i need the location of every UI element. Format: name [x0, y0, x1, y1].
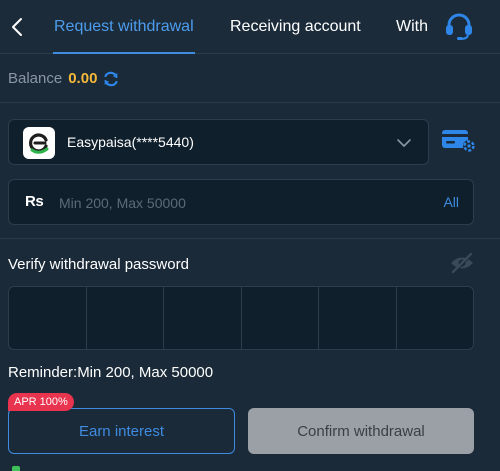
top-header: Request withdrawal Receiving account Wit…: [0, 0, 500, 54]
tab-request-withdrawal[interactable]: Request withdrawal: [53, 0, 195, 54]
add-card-button[interactable]: [441, 128, 477, 154]
pin-digit-box[interactable]: [9, 287, 87, 349]
pin-digit-box[interactable]: [397, 287, 474, 349]
currency-label: Rs: [25, 193, 44, 210]
pin-digit-box[interactable]: [87, 287, 164, 349]
withdrawal-reminder: Reminder:Min 200, Max 50000: [8, 364, 214, 381]
pin-digit-box[interactable]: [164, 287, 242, 349]
balance-value: 0.00: [68, 70, 98, 87]
back-button[interactable]: [6, 13, 28, 41]
withdrawal-page: Request withdrawal Receiving account Wit…: [0, 0, 500, 471]
headset-icon: [446, 13, 472, 40]
card-settings-icon: [442, 130, 475, 152]
easypaisa-logo-icon: [23, 127, 55, 159]
balance-label: Balance: [8, 70, 63, 87]
pin-digit-box[interactable]: [242, 287, 319, 349]
chevron-left-icon: [12, 18, 22, 36]
customer-support-button[interactable]: [443, 11, 475, 41]
earn-interest-button[interactable]: Earn interest: [8, 408, 235, 454]
withdraw-all-button[interactable]: All: [443, 194, 459, 210]
tab-receiving-account[interactable]: Receiving account: [230, 0, 361, 54]
eye-off-icon: [451, 252, 473, 274]
confirm-withdrawal-button[interactable]: Confirm withdrawal: [248, 408, 474, 454]
refresh-icon[interactable]: [102, 70, 120, 88]
password-pin-input: [8, 286, 474, 350]
amount-input[interactable]: [59, 188, 419, 218]
account-name: Easypaisa(****5440): [67, 134, 194, 150]
password-title: Verify withdrawal password: [8, 256, 189, 273]
pin-digit-box[interactable]: [319, 287, 397, 349]
bottom-edge-mark: [12, 466, 20, 471]
tab-withdrawal-record[interactable]: With: [396, 0, 430, 54]
section-divider: [0, 238, 500, 239]
amount-field: Rs All: [8, 179, 474, 225]
apr-badge: APR 100%: [8, 393, 74, 411]
chevron-down-icon: [397, 139, 411, 147]
toggle-password-visibility-button[interactable]: [449, 251, 475, 275]
balance-row: Balance 0.00: [0, 55, 500, 103]
receiving-account-select[interactable]: Easypaisa(****5440): [8, 119, 429, 165]
